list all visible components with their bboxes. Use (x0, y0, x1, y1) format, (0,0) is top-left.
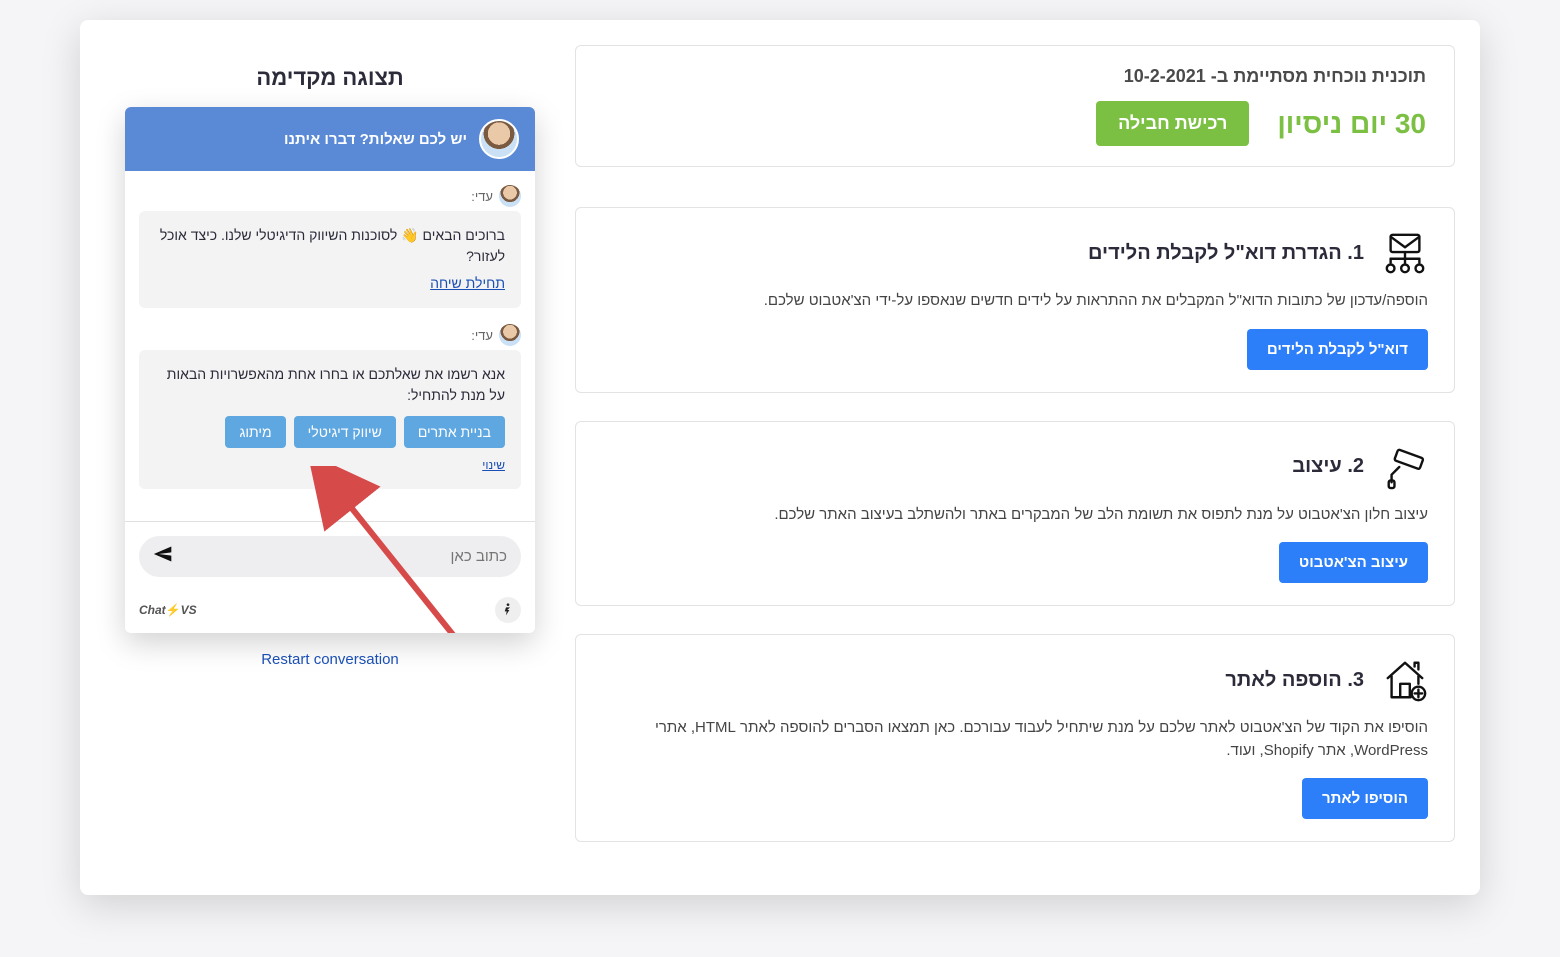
chat-body: עדי: ברוכים הבאים 👋 לסוכנות השיווק הדיגי… (125, 171, 535, 521)
message-author: עדי: (139, 185, 521, 207)
step-card-design: 2. עיצוב עיצוב חלון הצ'אטבוט על מנת לתפו… (575, 421, 1455, 607)
trial-days-label: 30 יום ניסיון (1277, 108, 1426, 140)
message-text: ברוכים הבאים 👋 לסוכנות השיווק הדיגיטלי ש… (160, 227, 505, 264)
step-title: 2. עיצוב (1292, 455, 1364, 478)
quick-reply-chips: בניית אתרים שיווק דיגיטלי מיתוג (155, 416, 505, 448)
paint-roller-icon (1382, 444, 1428, 490)
send-icon[interactable] (153, 544, 173, 569)
agent-avatar-small (499, 324, 521, 346)
step-card-email: 1. הגדרת דוא"ל לקבלת הלידים הוספה/עדכון … (575, 207, 1455, 393)
chat-footer: Chat⚡VS (125, 591, 535, 633)
step-description: עיצוב חלון הצ'אטבוט על מנת לתפוס את תשומ… (602, 504, 1428, 527)
welcome-message: ברוכים הבאים 👋 לסוכנות השיווק הדיגיטלי ש… (139, 211, 521, 308)
chip-branding[interactable]: מיתוג (225, 416, 285, 448)
preview-heading: תצוגה מקדימה (105, 65, 555, 91)
change-options-link[interactable]: שינוי (482, 456, 505, 474)
agent-name: עדי: (471, 328, 493, 343)
chip-marketing[interactable]: שיווק דיגיטלי (294, 416, 396, 448)
start-chat-link[interactable]: תחילת שיחה (430, 273, 505, 294)
step-title: 1. הגדרת דוא"ל לקבלת הלידים (1088, 242, 1364, 265)
chat-header-text: יש לכם שאלות? דברו איתנו (284, 131, 467, 148)
chat-input-area (125, 521, 535, 591)
chat-text-input[interactable] (183, 548, 507, 565)
leads-email-button[interactable]: דוא"ל לקבלת הלידים (1247, 329, 1428, 370)
step-card-install: 3. הוספה לאתר הוסיפו את הקוד של הצ'אטבוט… (575, 634, 1455, 842)
main-column: תוכנית נוכחית מסתיימת ב- 10-2-2021 30 יו… (575, 45, 1455, 870)
design-chatbot-button[interactable]: עיצוב הצ'אטבוט (1279, 542, 1428, 583)
step-description: הוסיפו את הקוד של הצ'אטבוט לאתר שלכם על … (602, 717, 1428, 762)
chat-widget: יש לכם שאלות? דברו איתנו עדי: ברוכים הבא… (125, 107, 535, 633)
plan-banner: תוכנית נוכחית מסתיימת ב- 10-2-2021 30 יו… (575, 45, 1455, 167)
brand-label: Chat⚡VS (139, 603, 197, 617)
dashboard: תוכנית נוכחית מסתיימת ב- 10-2-2021 30 יו… (80, 20, 1480, 895)
add-to-site-button[interactable]: הוסיפו לאתר (1302, 778, 1428, 819)
chip-websites[interactable]: בניית אתרים (404, 416, 505, 448)
buy-package-button[interactable]: רכישת חבילה (1096, 101, 1249, 146)
message-text: אנא רשמו את שאלתכם או בחרו אחת מהאפשרויו… (167, 366, 505, 403)
step-description: הוספה/עדכון של כתובות הדוא"ל המקבלים את … (602, 290, 1428, 313)
chat-input-bar (139, 536, 521, 577)
agent-name: עדי: (471, 189, 493, 204)
message-author: עדי: (139, 324, 521, 346)
agent-avatar (479, 119, 519, 159)
options-message: אנא רשמו את שאלתכם או בחרו אחת מהאפשרויו… (139, 350, 521, 489)
plan-row: 30 יום ניסיון רכישת חבילה (604, 101, 1426, 146)
restart-conversation-link[interactable]: Restart conversation (105, 651, 555, 668)
agent-avatar-small (499, 185, 521, 207)
plan-expiry-text: תוכנית נוכחית מסתיימת ב- 10-2-2021 (604, 66, 1426, 87)
preview-column: תצוגה מקדימה יש לכם שאלות? דברו איתנו עד… (105, 45, 555, 870)
step-title: 3. הוספה לאתר (1225, 669, 1364, 692)
accessibility-icon[interactable] (495, 597, 521, 623)
chat-header: יש לכם שאלות? דברו איתנו (125, 107, 535, 171)
house-add-icon (1382, 657, 1428, 703)
mail-distribution-icon (1382, 230, 1428, 276)
